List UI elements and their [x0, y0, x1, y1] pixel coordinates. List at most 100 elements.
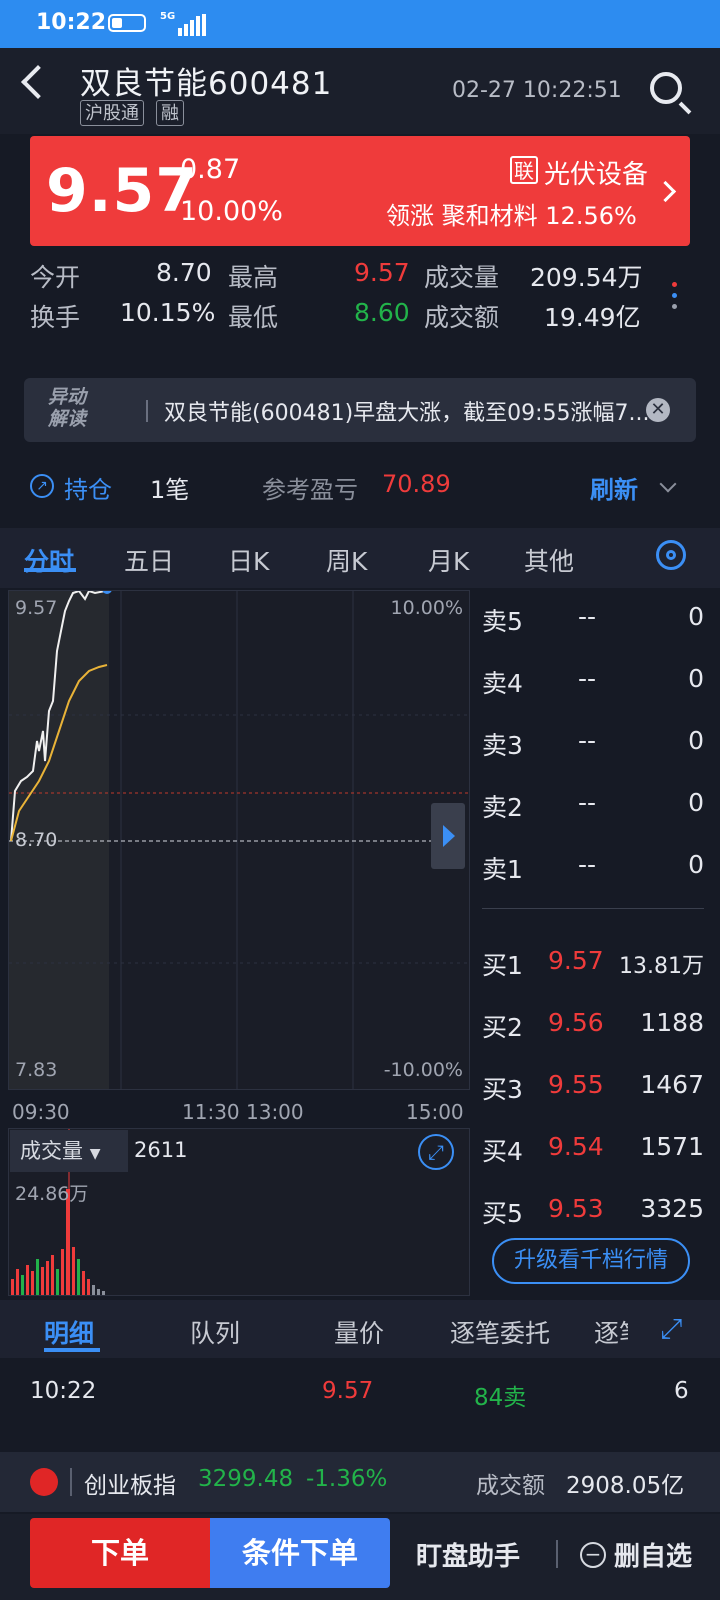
index-amount: 2908.05亿	[566, 1473, 685, 1499]
active-tab-indicator	[24, 568, 76, 572]
amount-value: 19.49亿	[544, 303, 641, 332]
tab-monthly-k[interactable]: 月K	[428, 542, 469, 578]
news-banner[interactable]: 异动 解读 双良节能(600481)早盘大涨，截至09:55涨幅7... ✕	[24, 378, 696, 442]
turnover-value: 10.15%	[120, 298, 216, 327]
fullscreen-icon[interactable]: ⤢	[418, 1134, 454, 1170]
index-amount-label: 成交额	[476, 1473, 545, 1499]
sector-name: 光伏设备	[544, 160, 649, 190]
index-logo-icon	[30, 1468, 58, 1496]
holdings-count: 1笔	[150, 476, 190, 504]
index-value: 3299.48	[198, 1466, 294, 1492]
sell-level-2: 卖2 -- 0	[482, 788, 704, 822]
sell-level-1: 卖1 -- 0	[482, 850, 704, 884]
pnl-label: 参考盈亏	[262, 476, 358, 504]
upgrade-depth-button[interactable]: 升级看千档行情	[492, 1238, 690, 1284]
turnover-label: 换手	[30, 303, 81, 332]
status-bar: 10:22 5G	[0, 0, 720, 48]
open-value: 8.70	[156, 258, 212, 287]
price-bottom-label: 7.83	[15, 1059, 58, 1081]
tick-time: 10:22	[30, 1378, 97, 1404]
index-change: -1.36%	[306, 1466, 388, 1492]
tab-intraday[interactable]: 分时	[24, 542, 74, 578]
buy-level-1: 买1 9.57 13.81万	[482, 946, 704, 980]
more-dots-icon[interactable]	[666, 276, 682, 315]
price-card[interactable]: 9.57 0.87 10.00% 联 光伏设备 领涨 聚和材料 12.56%	[30, 136, 690, 246]
remove-icon[interactable]: −	[580, 1542, 606, 1568]
detail-tabs: 明细 队列 量价 逐笔委托 逐笔 ⤢	[0, 1300, 720, 1358]
tick-side: 84卖	[474, 1385, 527, 1411]
remove-watchlist-button[interactable]: 删自选	[614, 1536, 692, 1573]
pnl-value: 70.89	[382, 470, 451, 498]
tick-price: 9.57	[322, 1378, 374, 1404]
last-price: 9.57	[46, 156, 199, 226]
price-change-pct: 10.00%	[180, 196, 283, 227]
tab-other[interactable]: 其他	[524, 542, 574, 578]
divider	[146, 400, 148, 422]
chevron-right-icon	[654, 180, 677, 203]
active-detail-indicator	[44, 1348, 100, 1352]
time-mid: 11:30 13:00	[182, 1100, 304, 1124]
tab-detail[interactable]: 明细	[44, 1314, 94, 1350]
tab-volume-price[interactable]: 量价	[334, 1314, 384, 1350]
buy-level-5: 买5 9.53 3325	[482, 1194, 704, 1228]
sector-badge: 联	[510, 156, 538, 184]
battery-icon	[108, 14, 146, 32]
tab-trade-by-trade[interactable]: 逐笔	[594, 1314, 628, 1350]
gear-icon[interactable]	[656, 540, 686, 570]
tab-daily-k[interactable]: 日K	[228, 542, 269, 578]
search-icon[interactable]	[650, 72, 682, 104]
high-label: 最高	[228, 263, 279, 292]
volume-value: 209.54万	[530, 263, 643, 292]
volume-max-label: 24.86万	[15, 1183, 89, 1205]
index-name: 创业板指	[84, 1473, 176, 1499]
divider	[482, 908, 704, 909]
price-change: 0.87	[180, 154, 241, 185]
volume-value: 2611	[134, 1138, 188, 1162]
low-value: 8.60	[354, 298, 410, 327]
pct-bottom-label: -10.00%	[383, 1059, 463, 1081]
refresh-button[interactable]: 刷新	[590, 470, 638, 505]
low-label: 最低	[228, 303, 279, 332]
network-label: 5G	[160, 11, 176, 22]
close-icon[interactable]: ✕	[646, 398, 670, 422]
pct-top-label: 10.00%	[390, 597, 463, 619]
holdings-label[interactable]: 持仓	[64, 470, 112, 505]
tab-weekly-k[interactable]: 周K	[326, 542, 367, 578]
status-time: 10:22	[36, 10, 107, 35]
sell-level-5: 卖5 -- 0	[482, 602, 704, 636]
time-end: 15:00	[406, 1100, 464, 1124]
volume-indicator-select[interactable]: 成交量 ▼	[10, 1130, 128, 1172]
divider	[556, 1540, 558, 1568]
tab-order-by-order[interactable]: 逐笔委托	[450, 1314, 550, 1350]
price-top-label: 9.57	[15, 597, 58, 619]
high-value: 9.57	[354, 258, 410, 287]
news-text: 双良节能(600481)早盘大涨，截至09:55涨幅7...	[164, 401, 650, 426]
tag-hgt[interactable]: 沪股通	[80, 100, 144, 126]
open-label: 今开	[30, 263, 81, 292]
intraday-chart[interactable]: 9.57 10.00% 8.70 7.83 -10.00%	[8, 590, 470, 1090]
buy-level-3: 买3 9.55 1467	[482, 1070, 704, 1104]
holdings-icon: ↗	[30, 474, 54, 498]
quote-datetime: 02-27 10:22:51	[452, 78, 622, 103]
tag-margin[interactable]: 融	[156, 100, 184, 126]
amount-label: 成交额	[424, 303, 500, 332]
tab-queue[interactable]: 队列	[190, 1314, 240, 1350]
conditional-order-button[interactable]: 条件下单	[210, 1518, 390, 1588]
buy-level-4: 买4 9.54 1571	[482, 1132, 704, 1166]
chevron-down-icon[interactable]	[659, 475, 677, 493]
signal-icon	[178, 14, 208, 36]
time-start: 09:30	[12, 1100, 70, 1124]
stock-title: 双良节能600481	[80, 66, 333, 102]
monitor-assistant-button[interactable]: 盯盘助手	[416, 1536, 520, 1573]
sell-level-3: 卖3 -- 0	[482, 726, 704, 760]
chart-tabs: 分时 五日 日K 周K 月K 其他	[0, 528, 720, 588]
sell-level-4: 卖4 -- 0	[482, 664, 704, 698]
tab-five-day[interactable]: 五日	[124, 542, 174, 578]
divider	[70, 1468, 72, 1496]
volume-label: 成交量	[424, 263, 500, 292]
expand-icon[interactable]: ⤢	[660, 1312, 682, 1346]
buy-level-2: 买2 9.56 1188	[482, 1008, 704, 1042]
index-bar[interactable]: 创业板指 3299.48 -1.36% 成交额 2908.05亿	[0, 1452, 720, 1512]
tick-count: 6	[674, 1378, 689, 1404]
order-button[interactable]: 下单	[30, 1518, 210, 1588]
